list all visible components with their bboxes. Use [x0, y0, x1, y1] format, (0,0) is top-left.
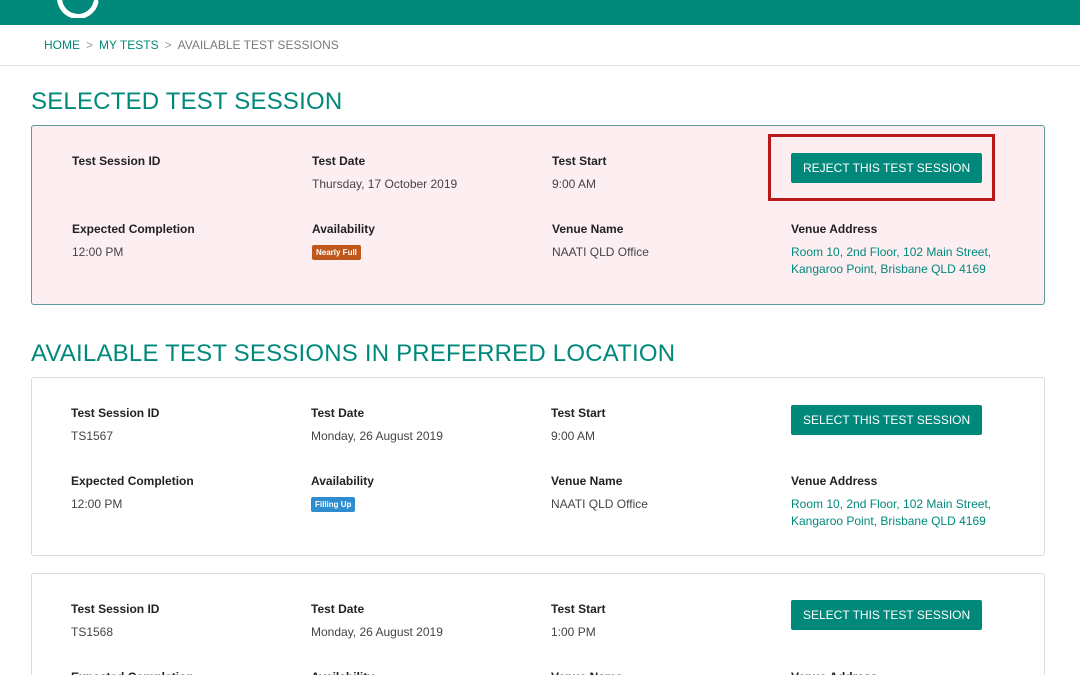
naati-logo-icon[interactable] — [52, 0, 102, 18]
venue-name-value: NAATI QLD Office — [551, 497, 648, 511]
venue-address-line2[interactable]: Kangaroo Point, Brisbane QLD 4169 — [791, 513, 991, 530]
test-date-field: Test Date Monday, 26 August 2019 — [311, 406, 443, 445]
test-start-value: 1:00 PM — [551, 625, 596, 639]
expected-completion-field: Expected Completion — [71, 670, 194, 675]
test-start-value: 9:00 AM — [552, 177, 597, 191]
test-start-field: Test Start 9:00 AM — [552, 154, 606, 193]
venue-address-line1[interactable]: Room 10, 2nd Floor, 102 Main Street, — [791, 244, 991, 261]
session-id-field: Test Session ID TS1568 — [71, 602, 159, 641]
availability-label: Availability — [311, 474, 374, 488]
venue-address-field: Venue Address Room 10, 2nd Floor, 102 Ma… — [791, 222, 991, 278]
session-id-value: TS1568 — [71, 625, 114, 639]
venue-address-label: Venue Address — [791, 222, 878, 236]
venue-address-field: Venue Address — [791, 670, 877, 675]
top-header-bar — [0, 0, 1080, 25]
availability-field: Availability Nearly Full — [312, 222, 375, 260]
test-start-label: Test Start — [551, 602, 606, 616]
breadcrumb-separator: > — [86, 38, 94, 52]
expected-completion-field: Expected Completion 12:00 PM — [72, 222, 195, 261]
selected-section-title: SELECTED TEST SESSION — [31, 88, 343, 115]
venue-address-line2[interactable]: Kangaroo Point, Brisbane QLD 4169 — [791, 261, 991, 278]
test-date-value: Monday, 26 August 2019 — [311, 429, 443, 443]
test-start-field: Test Start 9:00 AM — [551, 406, 605, 445]
test-start-value: 9:00 AM — [551, 429, 596, 443]
breadcrumb-home-link[interactable]: HOME — [44, 38, 80, 52]
availability-field: Availability — [311, 670, 374, 675]
availability-label: Availability — [311, 670, 374, 675]
breadcrumb-my-tests-link[interactable]: MY TESTS — [99, 38, 159, 52]
venue-address-label: Venue Address — [791, 670, 877, 675]
availability-badge: Filling Up — [311, 497, 356, 512]
test-date-field: Test Date Thursday, 17 October 2019 — [312, 154, 457, 193]
venue-name-label: Venue Name — [551, 670, 622, 675]
expected-completion-label: Expected Completion — [71, 670, 194, 675]
breadcrumb-separator: > — [164, 38, 172, 52]
session-card: Test Session ID TS1567 Test Date Monday,… — [31, 377, 1045, 556]
expected-completion-label: Expected Completion — [72, 222, 195, 236]
session-id-label: Test Session ID — [71, 602, 160, 616]
test-start-label: Test Start — [552, 154, 607, 168]
venue-name-field: Venue Name NAATI QLD Office — [551, 474, 648, 513]
test-date-value: Monday, 26 August 2019 — [311, 625, 443, 639]
venue-address-field: Venue Address Room 10, 2nd Floor, 102 Ma… — [791, 474, 991, 530]
venue-name-label: Venue Name — [552, 222, 624, 236]
availability-field: Availability Filling Up — [311, 474, 374, 512]
breadcrumb: HOME > MY TESTS > AVAILABLE TEST SESSIONS — [0, 25, 1080, 66]
session-id-label: Test Session ID — [71, 406, 160, 420]
available-section-title: AVAILABLE TEST SESSIONS IN PREFERRED LOC… — [31, 340, 676, 367]
select-session-button[interactable]: SELECT THIS TEST SESSION — [791, 600, 983, 630]
test-date-label: Test Date — [311, 602, 365, 616]
expected-completion-value: 12:00 PM — [72, 245, 124, 259]
session-id-field: Test Session ID — [72, 154, 160, 176]
venue-address-label: Venue Address — [791, 474, 878, 488]
venue-name-field: Venue Name — [551, 670, 622, 675]
expected-completion-value: 12:00 PM — [71, 497, 123, 511]
venue-name-value: NAATI QLD Office — [552, 245, 649, 259]
venue-name-label: Venue Name — [551, 474, 623, 488]
venue-name-field: Venue Name NAATI QLD Office — [552, 222, 649, 261]
breadcrumb-current: AVAILABLE TEST SESSIONS — [177, 38, 339, 52]
expected-completion-label: Expected Completion — [71, 474, 194, 488]
test-start-label: Test Start — [551, 406, 606, 420]
expected-completion-field: Expected Completion 12:00 PM — [71, 474, 194, 513]
availability-label: Availability — [312, 222, 375, 236]
session-id-field: Test Session ID TS1567 — [71, 406, 159, 445]
test-date-label: Test Date — [311, 406, 365, 420]
test-start-field: Test Start 1:00 PM — [551, 602, 605, 641]
test-date-field: Test Date Monday, 26 August 2019 — [311, 602, 443, 641]
test-date-label: Test Date — [312, 154, 366, 168]
availability-badge: Nearly Full — [312, 245, 361, 260]
test-date-value: Thursday, 17 October 2019 — [312, 177, 458, 191]
session-id-label: Test Session ID — [72, 154, 161, 168]
venue-address-line1[interactable]: Room 10, 2nd Floor, 102 Main Street, — [791, 496, 991, 513]
select-session-button[interactable]: SELECT THIS TEST SESSION — [791, 405, 983, 435]
session-card: Test Session ID TS1568 Test Date Monday,… — [31, 573, 1045, 675]
highlight-box — [768, 134, 995, 201]
session-id-value: TS1567 — [71, 429, 114, 443]
